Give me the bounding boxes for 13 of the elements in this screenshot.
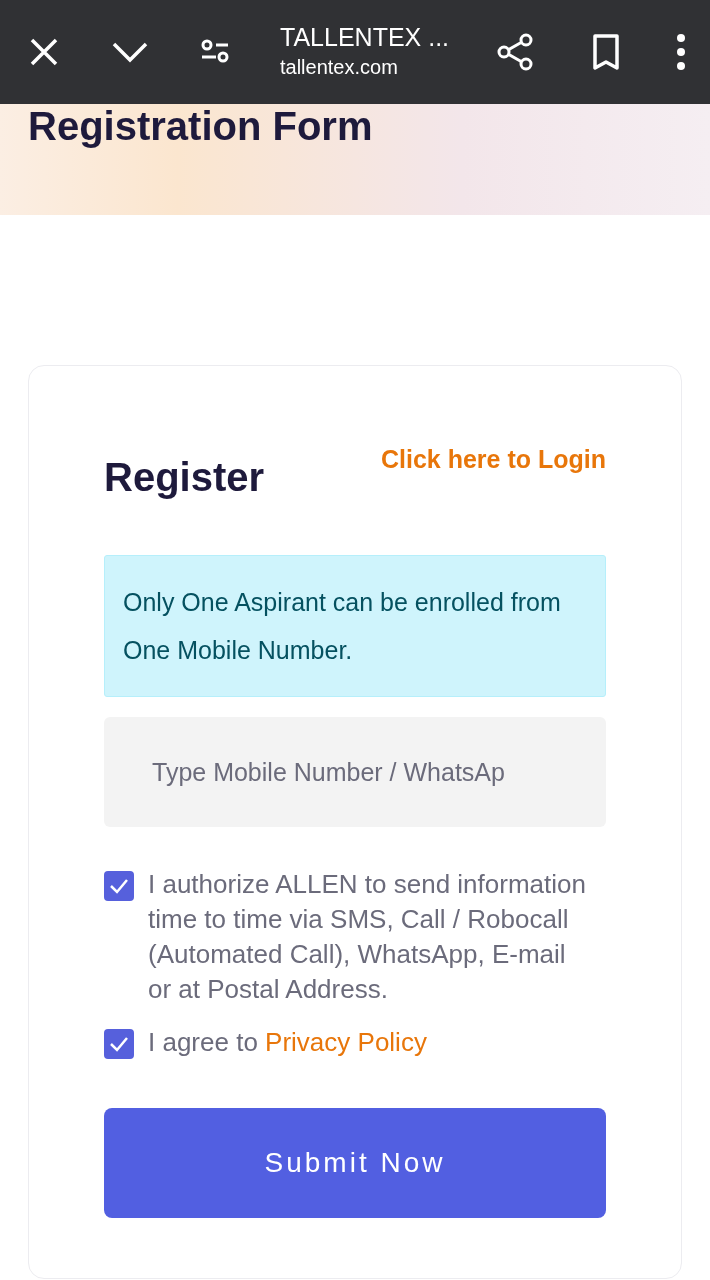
banner-title: Registration Form (28, 104, 374, 148)
form-title: Register (104, 454, 265, 501)
checkbox[interactable] (104, 871, 134, 901)
page-url: tallentex.com (280, 55, 399, 80)
page-title: TALLENTEX ... (280, 22, 450, 52)
submit-button[interactable]: Submit Now (104, 1108, 606, 1218)
consent-text: I agree to Privacy Policy (148, 1026, 427, 1059)
login-link[interactable]: Click here to Login (380, 441, 606, 479)
notice-alert: Only One Aspirant can be enrolled from One Mobile Number. (104, 555, 606, 697)
checkbox[interactable] (104, 1029, 134, 1059)
consent-text: I authorize ALLEN to send information time to time via SMS, Call / Robocall (Automated Call), WhatsApp, E-mail or at Postal Address. (148, 868, 587, 1006)
privacy-policy-link[interactable]: Privacy Policy (265, 1027, 427, 1057)
mobile-field[interactable]: Type Mobile Number / WhatsAp (104, 717, 606, 827)
